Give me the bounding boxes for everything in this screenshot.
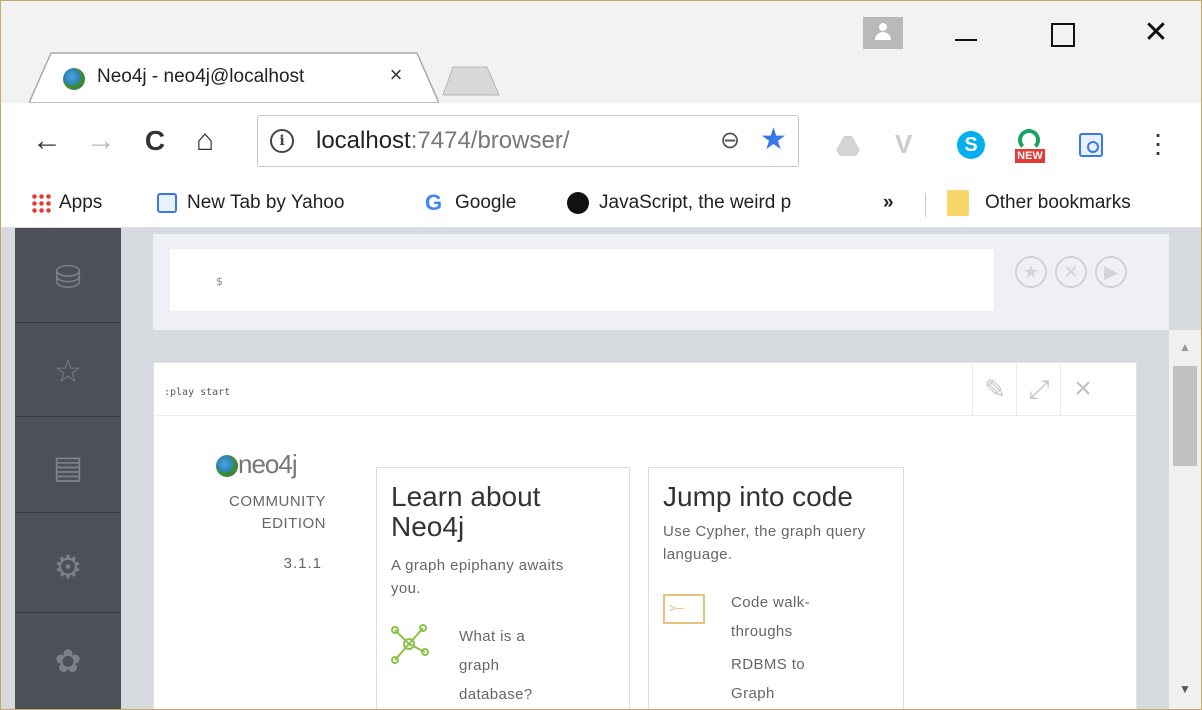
code-icon: >– xyxy=(663,594,705,624)
editor-prompt: $ xyxy=(216,275,223,288)
sidebar-item-about[interactable]: ✿ xyxy=(15,612,121,706)
bookmark-label: Google xyxy=(455,192,517,214)
close-window-button[interactable]: ✕ xyxy=(1131,13,1181,53)
card-subtitle: A graph epiphany awaits you. xyxy=(391,557,564,597)
more-bookmarks-button[interactable]: » xyxy=(883,189,894,217)
browser-tab[interactable]: Neo4j - neo4j@localhost × xyxy=(29,51,439,103)
sidebar-item-database[interactable]: ⛁ xyxy=(15,228,121,323)
home-button[interactable]: ⌂ xyxy=(187,123,223,159)
database-icon: ⛁ xyxy=(54,259,82,295)
code-walkthroughs-link[interactable]: Code walk-throughs xyxy=(731,588,841,646)
what-is-graph-link[interactable]: What is a graph database? xyxy=(459,622,569,709)
bookmark-label: JavaScript, the weird p xyxy=(599,192,792,213)
expand-icon[interactable]: ⤢ xyxy=(1016,363,1061,415)
run-query-button[interactable]: ▶ xyxy=(1095,256,1127,288)
about-icon: ✿ xyxy=(54,643,82,679)
bookmark-label: Apps xyxy=(59,192,103,213)
drive-extension-icon[interactable] xyxy=(835,133,861,159)
graph-icon xyxy=(391,624,429,664)
card-subtitle: Use Cypher, the graph query language. xyxy=(663,523,866,563)
neo4j-logo-icon xyxy=(216,455,238,477)
sidebar-item-documents[interactable]: ▤ xyxy=(15,418,121,513)
title-bar: Neo4j - neo4j@localhost × ✕ xyxy=(1,1,1201,103)
forward-button[interactable]: → xyxy=(83,123,119,159)
result-frame: :play start ✎ ⤢ × neo4j COMMUNITY EDITIO… xyxy=(153,362,1137,709)
bookmark-apps[interactable]: Apps xyxy=(31,189,102,217)
url-path: :7474/browser/ xyxy=(410,127,570,154)
yahoo-extension-icon[interactable] xyxy=(1079,133,1103,157)
browser-window: Neo4j - neo4j@localhost × ✕ ← → C ⌂ i lo… xyxy=(0,0,1202,710)
favorite-query-button[interactable]: ★ xyxy=(1015,256,1047,288)
editor-panel: $ ★ ✕ ▶ xyxy=(153,234,1169,330)
back-button[interactable]: ← xyxy=(29,123,65,159)
google-icon: G xyxy=(425,190,443,215)
gear-icon: ⚙ xyxy=(53,549,83,585)
page-scrollbar[interactable]: ▲ ▼ xyxy=(1169,330,1201,709)
neo4j-favicon-icon xyxy=(63,68,85,90)
folder-icon xyxy=(947,189,969,216)
browser-toolbar: ← → C ⌂ i localhost:7474/browser/ ⊖ ★ V … xyxy=(1,103,1201,181)
apps-grid-icon xyxy=(31,192,51,213)
reload-button[interactable]: C xyxy=(137,123,173,159)
bookmark-javascript[interactable]: JavaScript, the weird p xyxy=(567,189,867,217)
pin-icon[interactable]: ✎ xyxy=(972,363,1017,415)
document-icon: ▤ xyxy=(52,449,84,485)
card-title: Jump into code xyxy=(663,481,853,512)
scroll-thumb[interactable] xyxy=(1173,366,1197,466)
card-title: Learn about Neo4j xyxy=(391,481,541,542)
new-extension-icon[interactable]: NEW xyxy=(1015,129,1045,165)
star-icon: ☆ xyxy=(53,353,83,389)
profile-icon[interactable] xyxy=(863,17,903,49)
address-bar[interactable]: i localhost:7474/browser/ ⊖ ★ xyxy=(257,115,799,167)
scroll-down-icon[interactable]: ▼ xyxy=(1179,682,1191,696)
skype-icon[interactable]: S xyxy=(957,131,985,159)
rdbms-to-graph-link[interactable]: RDBMS to Graph xyxy=(731,650,841,708)
bookmark-google[interactable]: G Google xyxy=(425,189,516,217)
zoom-icon[interactable]: ⊖ xyxy=(720,126,740,155)
cypher-editor[interactable]: $ xyxy=(169,248,995,312)
v-extension-icon[interactable]: V xyxy=(895,129,921,159)
brand-name: neo4j xyxy=(238,449,298,479)
brand-version: 3.1.1 xyxy=(283,555,322,572)
tab-title: Neo4j - neo4j@localhost xyxy=(97,66,367,88)
javascript-site-icon xyxy=(567,191,589,214)
sidebar-item-favorites[interactable]: ☆ xyxy=(15,322,121,417)
yahoo-icon xyxy=(157,192,177,213)
tab-close-icon[interactable]: × xyxy=(382,61,410,89)
close-frame-icon[interactable]: × xyxy=(1060,363,1105,415)
chrome-menu-icon[interactable]: · · · xyxy=(1153,120,1163,166)
learn-card: Learn about Neo4j A graph epiphany await… xyxy=(376,467,630,709)
url-host: localhost xyxy=(316,127,411,154)
clear-editor-button[interactable]: ✕ xyxy=(1055,256,1087,288)
other-bookmarks[interactable]: Other bookmarks xyxy=(947,189,1131,217)
bookmark-label: New Tab by Yahoo xyxy=(187,192,345,213)
frame-command[interactable]: :play start xyxy=(164,387,230,398)
sidebar: ⛁ ☆ ▤ ⚙ ✿ xyxy=(15,228,121,709)
new-badge: NEW xyxy=(1015,149,1045,163)
new-tab-button[interactable] xyxy=(441,65,501,97)
url-text[interactable]: localhost:7474/browser/ xyxy=(316,127,570,155)
minimize-button[interactable] xyxy=(941,13,991,53)
bookmark-star-icon[interactable]: ★ xyxy=(760,122,787,157)
code-card: Jump into code Use Cypher, the graph que… xyxy=(648,467,904,709)
bookmark-yahoo[interactable]: New Tab by Yahoo xyxy=(157,189,344,217)
info-icon[interactable]: i xyxy=(270,129,294,153)
sidebar-item-settings[interactable]: ⚙ xyxy=(15,518,121,613)
scroll-up-icon[interactable]: ▲ xyxy=(1179,340,1191,354)
frame-header: :play start ✎ ⤢ × xyxy=(154,363,1136,416)
brand-edition: COMMUNITY EDITION xyxy=(229,493,326,532)
bookmark-separator xyxy=(925,193,926,217)
maximize-button[interactable] xyxy=(1037,13,1087,53)
bookmarks-bar: Apps New Tab by Yahoo G Google JavaScript… xyxy=(1,181,1201,228)
neo4j-browser-page: ⛁ ☆ ▤ ⚙ ✿ $ ★ ✕ ▶ :play start ✎ ⤢ × neo4… xyxy=(1,228,1201,709)
bookmark-label: Other bookmarks xyxy=(985,192,1131,213)
